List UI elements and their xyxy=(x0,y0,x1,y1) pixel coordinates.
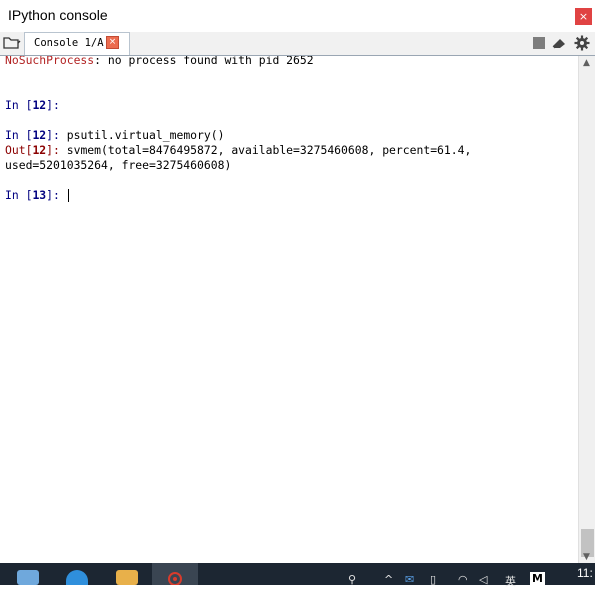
scroll-down-arrow-icon[interactable]: ▼ xyxy=(583,552,590,562)
console-output[interactable]: NoSuchProcess: no process found with pid… xyxy=(0,56,578,563)
console-tab-bar: Console 1/A × xyxy=(0,32,595,56)
window-title: IPython console xyxy=(8,7,108,23)
battery-tray-icon[interactable]: ▯ xyxy=(430,573,436,586)
stop-icon[interactable] xyxy=(533,37,545,49)
vertical-scrollbar[interactable]: ▲ ▼ xyxy=(578,56,595,563)
volume-tray-icon[interactable]: ◁ xyxy=(479,573,487,586)
ime-mode-icon[interactable]: M xyxy=(530,572,545,585)
wifi-tray-icon[interactable]: ◠ xyxy=(458,573,468,586)
in-prompt-prefix: In [ xyxy=(5,128,33,142)
tab-label: Console 1/A xyxy=(34,37,104,49)
window-close-button[interactable]: × xyxy=(575,8,592,25)
error-type: NoSuchProcess xyxy=(5,56,95,67)
in-prompt-prefix: In [ xyxy=(5,188,33,202)
command-text: psutil.virtual_memory() xyxy=(66,128,225,142)
out-prompt-suffix: ]: xyxy=(46,143,67,157)
eraser-icon[interactable] xyxy=(551,36,567,50)
console-active-prompt[interactable]: In [13]: xyxy=(5,188,69,203)
windows-taskbar: ⚲ ^ ✉ ▯ ◠ ◁ 英 M 11: xyxy=(0,563,595,588)
spyder-icon xyxy=(168,572,182,585)
mail-tray-icon[interactable]: ✉ xyxy=(405,573,414,586)
text-cursor xyxy=(67,189,69,202)
scroll-up-arrow-icon[interactable]: ▲ xyxy=(583,58,590,68)
console-prompt-in: In [12]: xyxy=(5,98,67,113)
in-prompt-suffix: ]: xyxy=(46,188,67,202)
mail-app-icon[interactable] xyxy=(17,570,39,585)
in-prompt-suffix: ]: xyxy=(46,98,67,112)
error-message: : no process found with pid 2652 xyxy=(94,56,314,67)
gear-icon[interactable] xyxy=(574,35,590,51)
tab-console-1a[interactable]: Console 1/A × xyxy=(24,32,130,55)
console-line-error: NoSuchProcess: no process found with pid… xyxy=(5,56,314,68)
ime-indicator[interactable]: 英 xyxy=(505,573,516,589)
in-prompt-prefix: In [ xyxy=(5,98,33,112)
in-prompt-suffix: ]: xyxy=(46,128,67,142)
in-prompt-number: 12 xyxy=(32,128,47,142)
output-text-2: used=5201035264, free=3275460608) xyxy=(5,158,232,172)
open-folder-icon[interactable] xyxy=(3,36,21,50)
browser-icon[interactable] xyxy=(66,570,88,585)
tab-close-icon[interactable]: × xyxy=(106,36,119,49)
out-prompt-prefix: Out[ xyxy=(5,143,33,157)
taskbar-clock[interactable]: 11: xyxy=(577,566,593,580)
out-prompt-number: 12 xyxy=(32,143,47,157)
output-text-1: svmem(total=8476495872, available=327546… xyxy=(66,143,472,157)
window-titlebar: IPython console × xyxy=(0,0,595,32)
console-output-line: Out[12]: svmem(total=8476495872, availab… xyxy=(5,143,471,158)
taskbar-active-app[interactable] xyxy=(152,563,198,585)
console-command-line: In [12]: psutil.virtual_memory() xyxy=(5,128,224,143)
chevron-up-tray-icon[interactable]: ^ xyxy=(384,573,393,586)
network-tray-icon[interactable]: ⚲ xyxy=(348,573,356,586)
folder-app-icon[interactable] xyxy=(116,570,138,585)
in-prompt-number: 12 xyxy=(32,98,47,112)
in-prompt-number: 13 xyxy=(32,188,47,202)
